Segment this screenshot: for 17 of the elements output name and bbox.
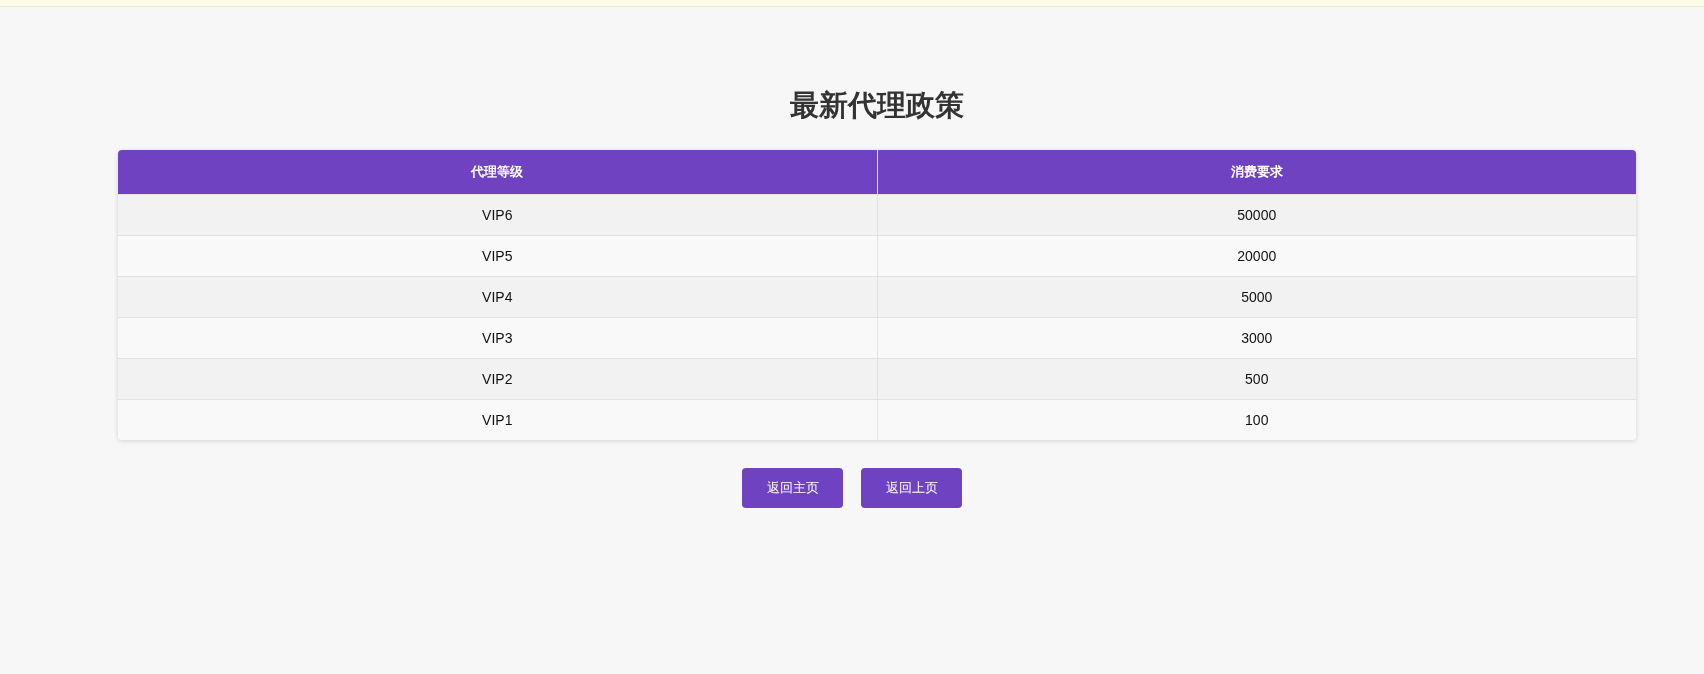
table-cell: VIP5 xyxy=(118,235,877,277)
column-header: 消费要求 xyxy=(877,150,1636,195)
table-cell: 50000 xyxy=(877,194,1636,236)
table-cell: 20000 xyxy=(877,235,1636,277)
table-cell: 500 xyxy=(877,358,1636,400)
table-cell: 100 xyxy=(877,399,1636,440)
table-cell: VIP4 xyxy=(118,276,877,318)
nav-button[interactable]: 返回主页 xyxy=(742,468,843,508)
table-cell: VIP3 xyxy=(118,317,877,359)
nav-button[interactable]: 返回上页 xyxy=(861,468,962,508)
table-cell: 3000 xyxy=(877,317,1636,359)
page-title: 最新代理政策 xyxy=(789,88,965,123)
table-cell: VIP1 xyxy=(118,399,877,440)
table-cell: VIP6 xyxy=(118,194,877,236)
column-header: 代理等级 xyxy=(118,150,877,195)
table-cell: 5000 xyxy=(877,276,1636,318)
table-cell: VIP2 xyxy=(118,358,877,400)
